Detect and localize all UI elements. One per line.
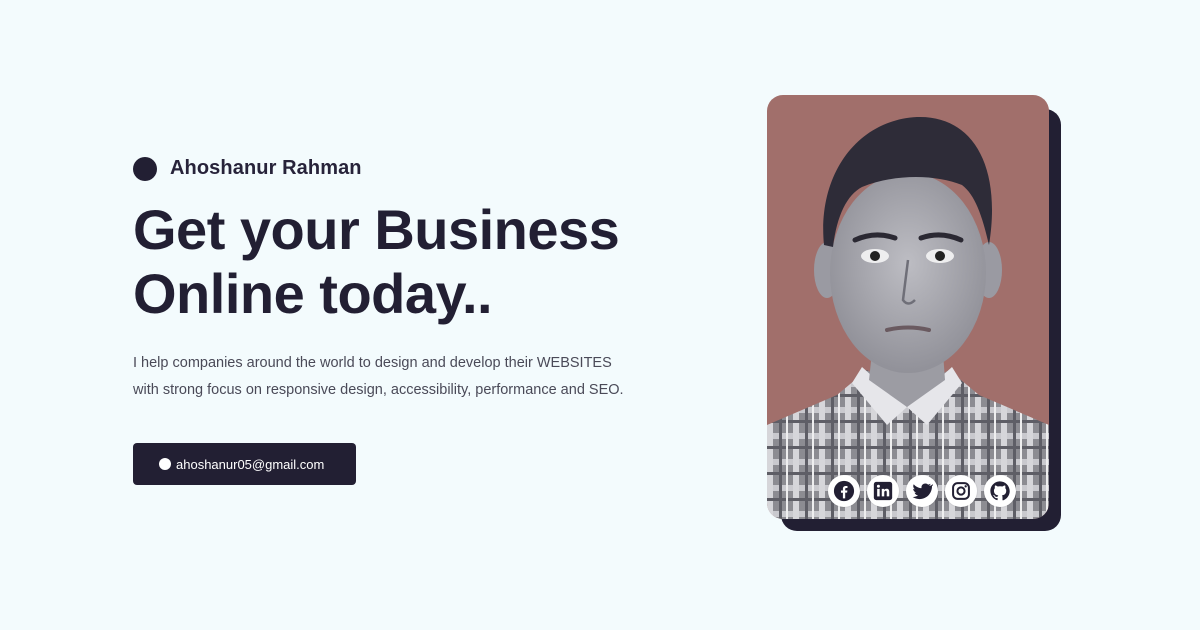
github-icon bbox=[990, 481, 1010, 501]
instagram-link[interactable] bbox=[945, 475, 977, 507]
email-button[interactable]: ahoshanur05@gmail.com bbox=[133, 443, 356, 485]
portrait-card bbox=[767, 95, 1049, 519]
brand-name: Ahoshanur Rahman bbox=[170, 157, 362, 179]
tagline-line-2: with strong focus on responsive design, … bbox=[133, 382, 624, 398]
facebook-icon bbox=[833, 480, 855, 502]
twitter-link[interactable] bbox=[906, 475, 938, 507]
email-dot-icon bbox=[159, 458, 171, 470]
headline-line-2: Online today.. bbox=[133, 262, 493, 325]
portrait-photo bbox=[767, 116, 1049, 519]
brand: Ahoshanur Rahman bbox=[133, 155, 713, 182]
tagline: I help companies around the world to des… bbox=[133, 350, 693, 404]
linkedin-icon bbox=[873, 481, 893, 501]
facebook-link[interactable] bbox=[828, 475, 860, 507]
hero-section: Ahoshanur Rahman Get your Business Onlin… bbox=[133, 155, 713, 404]
headline: Get your Business Online today.. bbox=[133, 198, 713, 326]
github-link[interactable] bbox=[984, 475, 1016, 507]
twitter-icon bbox=[912, 483, 933, 500]
email-address: ahoshanur05@gmail.com bbox=[176, 456, 325, 472]
instagram-icon bbox=[952, 482, 970, 500]
tagline-line-1: I help companies around the world to des… bbox=[133, 355, 612, 371]
linkedin-link[interactable] bbox=[867, 475, 899, 507]
brand-logo-dot bbox=[133, 156, 157, 181]
headline-line-1: Get your Business bbox=[133, 198, 620, 261]
social-links bbox=[828, 475, 1016, 507]
